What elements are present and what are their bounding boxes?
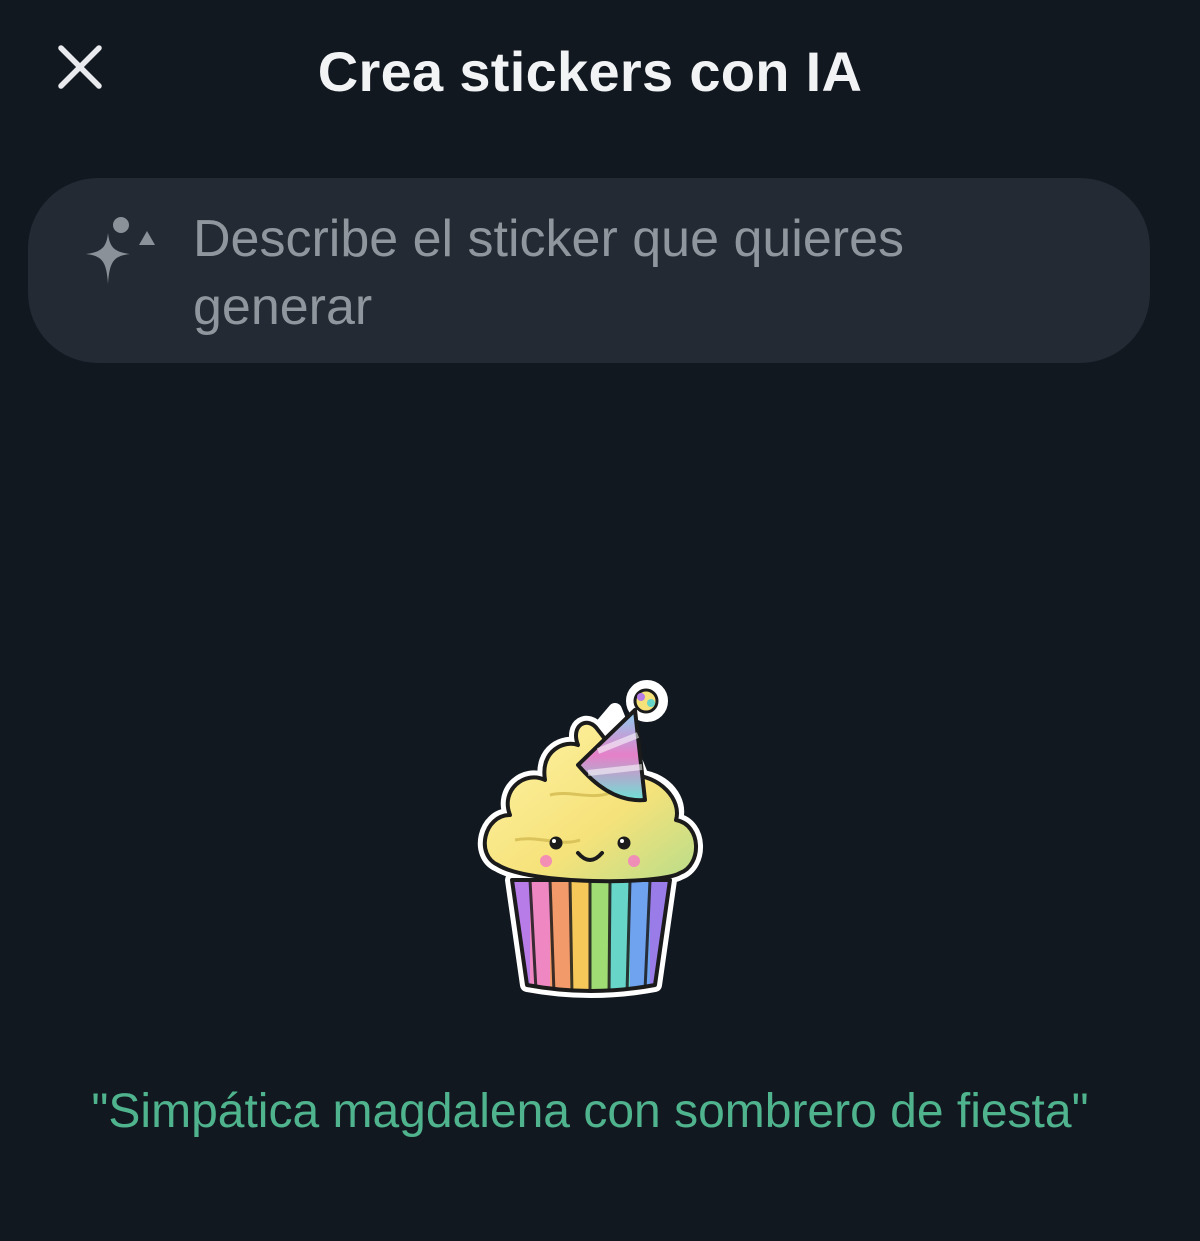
cupcake-sticker-image[interactable] xyxy=(470,675,715,1010)
sparkle-icon xyxy=(86,217,155,284)
top-bar: Crea stickers con IA xyxy=(0,0,1200,150)
sticker-example-caption: "Simpática magdalena con sombrero de fie… xyxy=(91,1085,1089,1138)
page-title: Crea stickers con IA xyxy=(317,40,863,103)
prompt-placeholder: Describe el sticker que quieres generar xyxy=(193,210,904,336)
